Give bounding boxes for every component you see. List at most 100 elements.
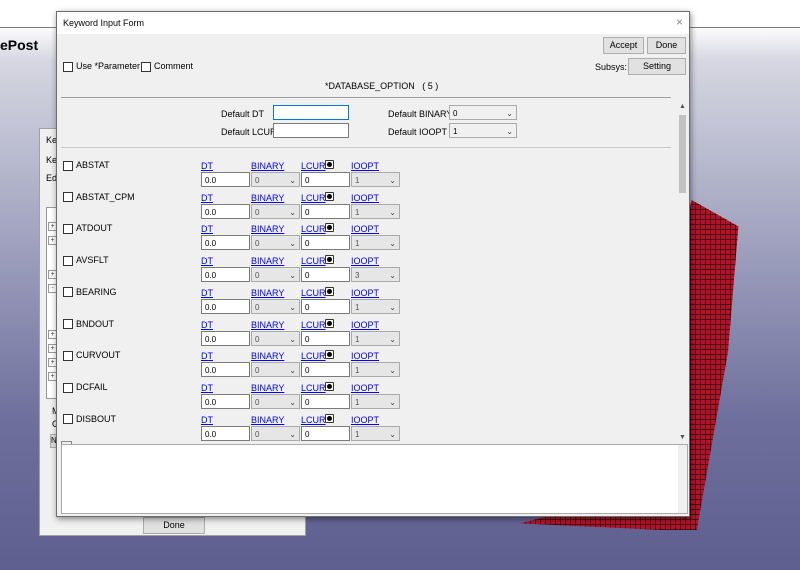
dt-link[interactable]: DT bbox=[201, 224, 213, 234]
done-button[interactable]: Done bbox=[647, 37, 686, 54]
title-bar[interactable]: Keyword Input Form × bbox=[57, 12, 689, 34]
binary-select[interactable]: 0 ⌄ bbox=[251, 298, 300, 314]
use-parameter-checkbox[interactable] bbox=[63, 61, 73, 72]
option-checkbox[interactable] bbox=[63, 160, 73, 171]
dt-link[interactable]: DT bbox=[201, 161, 213, 171]
close-icon[interactable]: × bbox=[676, 15, 683, 29]
option-checkbox[interactable] bbox=[63, 350, 73, 361]
lcur-pick-button[interactable] bbox=[325, 350, 334, 360]
lcur-input[interactable]: 0 bbox=[301, 425, 350, 441]
text-area-scrollbar[interactable] bbox=[678, 445, 687, 513]
binary-link[interactable]: BINARY bbox=[251, 383, 284, 393]
dt-input[interactable]: 0.0 bbox=[201, 393, 250, 409]
comment-option[interactable]: Comment bbox=[141, 61, 193, 72]
dt-link[interactable]: DT bbox=[201, 415, 213, 425]
scroll-up-icon[interactable]: ▲ bbox=[678, 103, 687, 110]
ioopt-select[interactable]: 1 ⌄ bbox=[351, 235, 400, 251]
binary-select[interactable]: 0 ⌄ bbox=[251, 330, 300, 346]
binary-select[interactable]: 0 ⌄ bbox=[251, 203, 300, 219]
dt-link[interactable]: DT bbox=[201, 383, 213, 393]
dt-input[interactable]: 0.0 bbox=[201, 330, 250, 346]
lcur-link[interactable]: LCUR bbox=[301, 256, 326, 266]
ioopt-link[interactable]: IOOPT bbox=[351, 256, 379, 266]
ioopt-select[interactable]: 1 ⌄ bbox=[351, 425, 400, 441]
default-ioopt-select[interactable]: 1 ⌄ bbox=[449, 123, 517, 138]
lcur-input[interactable]: 0 bbox=[301, 172, 350, 187]
dt-input[interactable]: 0.0 bbox=[201, 267, 250, 283]
use-parameter-option[interactable]: Use *Parameter bbox=[63, 61, 140, 72]
setting-button[interactable]: Setting bbox=[628, 58, 686, 75]
lcur-link[interactable]: LCUR bbox=[301, 161, 326, 171]
dt-link[interactable]: DT bbox=[201, 288, 213, 298]
lcur-link[interactable]: LCUR bbox=[301, 224, 326, 234]
lcur-link[interactable]: LCUR bbox=[301, 351, 326, 361]
scrollbar-thumb[interactable] bbox=[679, 115, 686, 193]
ioopt-link[interactable]: IOOPT bbox=[351, 351, 379, 361]
option-checkbox[interactable] bbox=[63, 319, 73, 330]
default-binary-select[interactable]: 0 ⌄ bbox=[449, 105, 517, 120]
ioopt-link[interactable]: IOOPT bbox=[351, 415, 379, 425]
lcur-pick-button[interactable] bbox=[325, 318, 334, 328]
option-checkbox[interactable] bbox=[63, 224, 73, 235]
option-checkbox[interactable] bbox=[63, 287, 73, 298]
ioopt-select[interactable]: 1 ⌄ bbox=[351, 298, 400, 314]
binary-select[interactable]: 0 ⌄ bbox=[251, 362, 300, 378]
option-checkbox[interactable] bbox=[63, 414, 73, 425]
scroll-down-icon[interactable]: ▼ bbox=[678, 434, 687, 441]
option-toggle[interactable]: BEARING bbox=[63, 287, 117, 298]
option-checkbox[interactable] bbox=[63, 382, 73, 393]
dt-input[interactable]: 0.0 bbox=[201, 362, 250, 378]
dt-input[interactable]: 0.0 bbox=[201, 425, 250, 441]
lcur-pick-button[interactable] bbox=[325, 160, 334, 169]
lcur-link[interactable]: LCUR bbox=[301, 193, 326, 203]
binary-select[interactable]: 0 ⌄ bbox=[251, 235, 300, 251]
option-toggle[interactable]: ABSTAT bbox=[63, 160, 110, 171]
binary-select[interactable]: 0 ⌄ bbox=[251, 393, 300, 409]
option-toggle[interactable]: ATDOUT bbox=[63, 223, 112, 235]
dt-link[interactable]: DT bbox=[201, 193, 213, 203]
lcur-pick-button[interactable] bbox=[325, 286, 334, 296]
comment-checkbox[interactable] bbox=[141, 61, 151, 72]
lcur-pick-button[interactable] bbox=[325, 381, 334, 391]
default-lcur-input[interactable] bbox=[273, 123, 349, 138]
option-toggle[interactable]: ABSTAT_CPM bbox=[63, 192, 135, 203]
ioopt-select[interactable]: 3 ⌄ bbox=[351, 267, 400, 283]
binary-select[interactable]: 0 ⌄ bbox=[251, 425, 300, 441]
dt-link[interactable]: DT bbox=[201, 351, 213, 361]
option-toggle[interactable]: CURVOUT bbox=[63, 350, 120, 361]
lcur-input[interactable]: 0 bbox=[301, 235, 350, 251]
ioopt-select[interactable]: 1 ⌄ bbox=[351, 172, 400, 187]
binary-link[interactable]: BINARY bbox=[251, 415, 284, 425]
lcur-input[interactable]: 0 bbox=[301, 362, 350, 378]
lcur-pick-button[interactable] bbox=[325, 255, 334, 265]
bg-done-button[interactable]: Done bbox=[143, 517, 205, 534]
ioopt-link[interactable]: IOOPT bbox=[351, 224, 379, 234]
ioopt-select[interactable]: 1 ⌄ bbox=[351, 330, 400, 346]
binary-select[interactable]: 0 ⌄ bbox=[251, 267, 300, 283]
dt-input[interactable]: 0.0 bbox=[201, 298, 250, 314]
option-toggle[interactable]: DCFAIL bbox=[63, 382, 108, 393]
option-checkbox[interactable] bbox=[63, 192, 73, 203]
dt-input[interactable]: 0.0 bbox=[201, 203, 250, 219]
lcur-link[interactable]: LCUR bbox=[301, 383, 326, 393]
lcur-pick-button[interactable] bbox=[325, 413, 334, 423]
ioopt-link[interactable]: IOOPT bbox=[351, 383, 379, 393]
lcur-input[interactable]: 0 bbox=[301, 203, 350, 219]
ioopt-link[interactable]: IOOPT bbox=[351, 320, 379, 330]
option-toggle[interactable]: AVSFLT bbox=[63, 255, 109, 266]
accept-button[interactable]: Accept bbox=[603, 37, 644, 54]
ioopt-link[interactable]: IOOPT bbox=[351, 161, 379, 171]
option-checkbox[interactable] bbox=[63, 255, 73, 266]
ioopt-link[interactable]: IOOPT bbox=[351, 288, 379, 298]
ioopt-select[interactable]: 1 ⌄ bbox=[351, 203, 400, 219]
ioopt-link[interactable]: IOOPT bbox=[351, 193, 379, 203]
vertical-scrollbar[interactable]: ▲ ▼ bbox=[678, 103, 687, 441]
option-toggle[interactable]: DISBOUT bbox=[63, 414, 116, 425]
lcur-link[interactable]: LCUR bbox=[301, 288, 326, 298]
lcur-pick-button[interactable] bbox=[325, 191, 334, 201]
dt-input[interactable]: 0.0 bbox=[201, 235, 250, 251]
dt-link[interactable]: DT bbox=[201, 256, 213, 266]
lcur-input[interactable]: 0 bbox=[301, 393, 350, 409]
binary-link[interactable]: BINARY bbox=[251, 161, 284, 171]
lcur-input[interactable]: 0 bbox=[301, 298, 350, 314]
